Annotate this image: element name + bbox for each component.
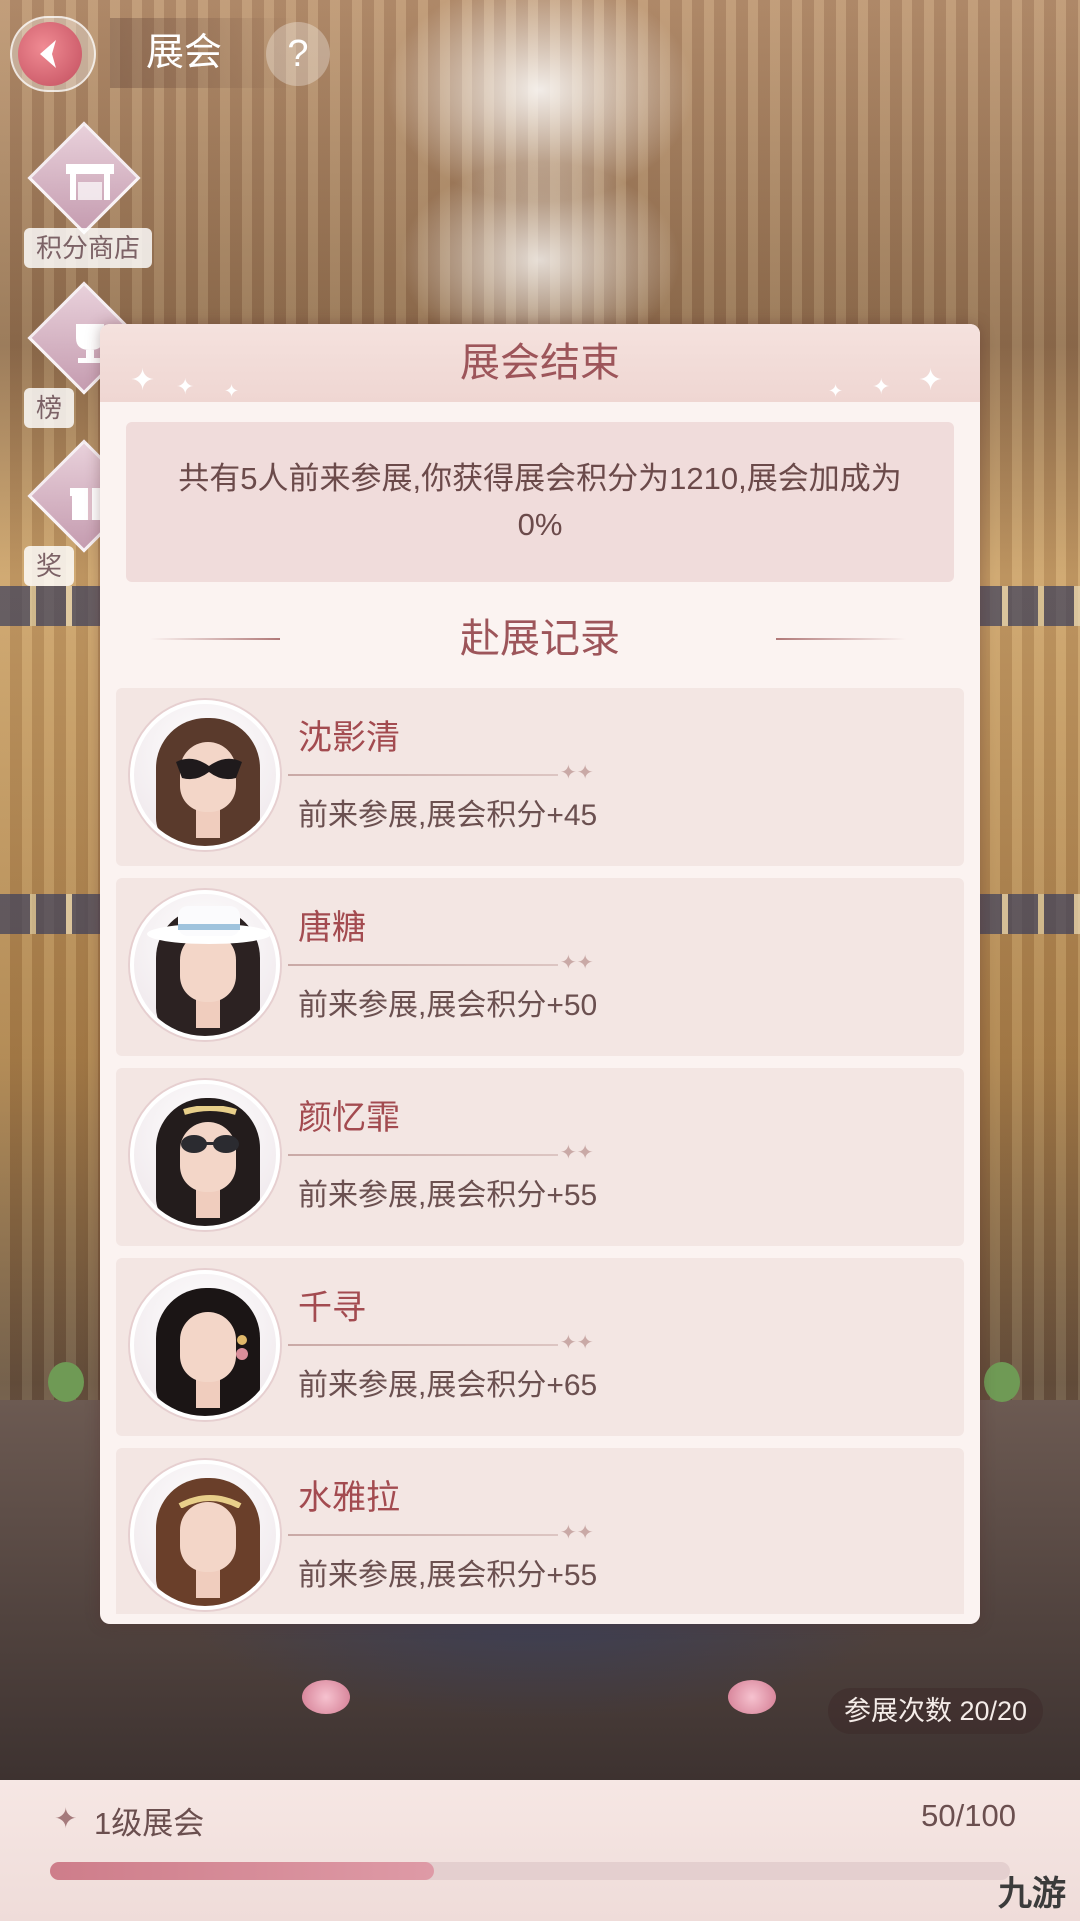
sunglasses-icon [181, 1106, 239, 1153]
avatar[interactable] [130, 1270, 280, 1420]
record-name: 水雅拉 [298, 1479, 400, 1517]
exhibition-end-dialog: ✦ ✦ ✦ 展会结束 ✦ ✦ ✦ 共有5人前来参展,你获得展会积分为1210,展… [100, 324, 980, 1624]
record-text: 前来参展,展会积分+50 [298, 989, 598, 1022]
dialog-title: 展会结束 [460, 341, 620, 385]
divider-line [288, 1154, 558, 1156]
sparkle-icon: ✦✦ [560, 762, 594, 784]
avatar[interactable] [130, 700, 280, 850]
rose-decor [302, 1680, 350, 1714]
rose-decor [728, 1680, 776, 1714]
avatar-neck [196, 1378, 220, 1408]
sparkle-icon: ✦ [828, 381, 844, 401]
level-label: 1级展会 [94, 1806, 205, 1841]
help-button[interactable]: ? [266, 22, 330, 86]
sparkle-icon: ✦ [872, 374, 891, 399]
sparkle-icon: ✦ [130, 364, 156, 397]
records-list[interactable]: 沈影清 ✦✦ 前来参展,展会积分+45 唐糖 ✦✦ 前来参展,展会积分+50 颜… [116, 688, 964, 1614]
avatar[interactable] [130, 1460, 280, 1610]
plant-decor [984, 1362, 1020, 1402]
avatar[interactable] [130, 1080, 280, 1230]
sparkle-icon: ✦ [176, 374, 195, 399]
shop-icon [66, 164, 114, 200]
record-item: 唐糖 ✦✦ 前来参展,展会积分+50 [116, 878, 964, 1056]
avatar-neck [196, 808, 220, 838]
side-menu-label: 奖 [24, 546, 75, 586]
summary-text: 共有5人前来参展,你获得展会积分为1210,展会加成为0% [178, 461, 902, 542]
avatar[interactable] [130, 890, 280, 1040]
sparkle-icon: ✦✦ [560, 1142, 594, 1164]
record-item: 水雅拉 ✦✦ 前来参展,展会积分+55 [116, 1448, 964, 1614]
record-name: 颜忆霏 [298, 1099, 400, 1137]
avatar-neck [196, 1568, 220, 1598]
record-name: 沈影清 [298, 719, 400, 757]
level-panel: ✦ 1级展会 50/100 [0, 1780, 1080, 1921]
record-text: 前来参展,展会积分+55 [298, 1559, 598, 1592]
earring-icon [236, 1335, 248, 1360]
side-menu-label: 积分商店 [24, 228, 153, 268]
avatar-neck [196, 1188, 220, 1218]
sparkle-icon: ✦ [54, 1803, 78, 1834]
record-item: 千寻 ✦✦ 前来参展,展会积分+65 [116, 1258, 964, 1436]
avatar-neck [196, 998, 220, 1028]
divider-line [288, 1344, 558, 1346]
level-progress-text: 50/100 [921, 1798, 1016, 1833]
hat-icon [147, 906, 271, 944]
divider-line [288, 1534, 558, 1536]
sparkle-icon: ✦ [224, 381, 240, 401]
plant-decor [48, 1362, 84, 1402]
record-item: 颜忆霏 ✦✦ 前来参展,展会积分+55 [116, 1068, 964, 1246]
watermark-text: 九游 [998, 1875, 1066, 1913]
level-progress-bar [50, 1862, 1010, 1880]
divider-line [288, 774, 558, 776]
sparkle-icon: ✦✦ [560, 952, 594, 974]
record-text: 前来参展,展会积分+55 [298, 1179, 598, 1212]
avatar-face [180, 1312, 236, 1382]
sparkle-icon: ✦✦ [560, 1522, 594, 1544]
sparkle-icon: ✦✦ [560, 1332, 594, 1354]
record-name: 千寻 [298, 1289, 366, 1327]
headband-icon [178, 1495, 242, 1508]
sparkle-icon: ✦ [918, 364, 944, 397]
record-item: 沈影清 ✦✦ 前来参展,展会积分+45 [116, 688, 964, 866]
record-text: 前来参展,展会积分+65 [298, 1369, 598, 1402]
back-arrow-icon [18, 22, 82, 86]
points-shop-button[interactable]: 积分商店 [24, 121, 174, 268]
avatar-face [180, 1502, 236, 1572]
divider-line [288, 964, 558, 966]
divider-line [776, 638, 906, 640]
level-progress-fill [50, 1862, 434, 1880]
record-text: 前来参展,展会积分+45 [298, 799, 598, 832]
dialog-header: ✦ ✦ ✦ 展会结束 ✦ ✦ ✦ [100, 324, 980, 402]
watermark-logo: 九游 [998, 1866, 1066, 1915]
visit-count-badge: 参展次数 20/20 [828, 1688, 1044, 1734]
back-button[interactable] [10, 16, 96, 92]
record-name: 唐糖 [298, 909, 366, 947]
mask-icon [176, 758, 242, 780]
summary-box: 共有5人前来参展,你获得展会积分为1210,展会加成为0% [126, 422, 954, 582]
side-menu-label: 榜 [24, 388, 75, 428]
